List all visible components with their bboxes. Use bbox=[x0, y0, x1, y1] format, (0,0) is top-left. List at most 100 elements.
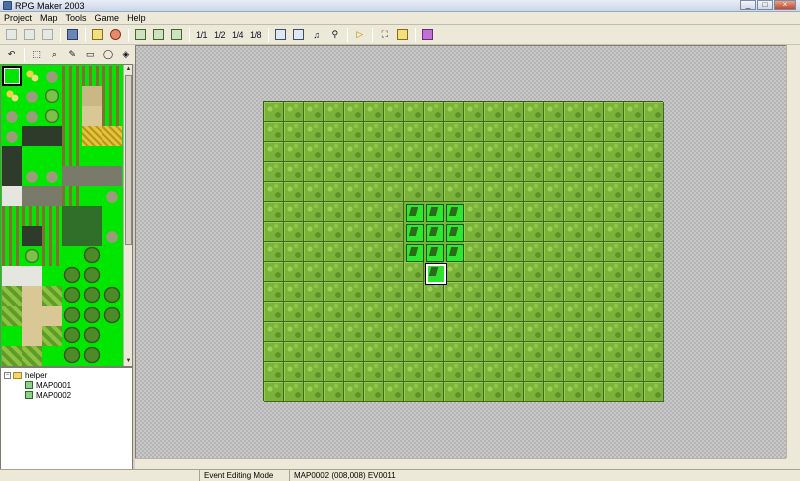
test-play-button[interactable]: ▷ bbox=[351, 27, 368, 43]
map-tile[interactable] bbox=[644, 222, 664, 242]
map-tile[interactable] bbox=[464, 302, 484, 322]
tileset-grid[interactable] bbox=[2, 66, 123, 366]
map-tile[interactable] bbox=[604, 102, 624, 122]
map-tile[interactable] bbox=[624, 162, 644, 182]
tile[interactable] bbox=[82, 346, 102, 366]
map-tile[interactable] bbox=[444, 362, 464, 382]
map-tile[interactable] bbox=[564, 122, 584, 142]
map-tile[interactable] bbox=[324, 302, 344, 322]
map-tile[interactable] bbox=[624, 362, 644, 382]
map-tile[interactable] bbox=[564, 202, 584, 222]
map-tile[interactable] bbox=[324, 242, 344, 262]
map-tile[interactable] bbox=[264, 342, 284, 362]
tile[interactable] bbox=[102, 146, 122, 166]
tile[interactable] bbox=[2, 246, 22, 266]
map-tile[interactable] bbox=[604, 282, 624, 302]
map-tile[interactable] bbox=[584, 322, 604, 342]
map-tile[interactable] bbox=[384, 362, 404, 382]
tile[interactable] bbox=[2, 206, 22, 226]
map-tile[interactable] bbox=[384, 242, 404, 262]
map-tile[interactable] bbox=[484, 342, 504, 362]
map-tile[interactable] bbox=[264, 102, 284, 122]
map-tile[interactable] bbox=[584, 142, 604, 162]
tree-root[interactable]: − helper bbox=[4, 370, 132, 380]
map-tile[interactable] bbox=[584, 242, 604, 262]
map-tile[interactable] bbox=[344, 382, 364, 402]
tile[interactable] bbox=[102, 206, 122, 226]
zoom-1-2-button[interactable]: 1/2 bbox=[211, 27, 228, 43]
map-tile[interactable] bbox=[304, 262, 324, 282]
map-tile[interactable] bbox=[464, 262, 484, 282]
tile[interactable] bbox=[82, 126, 102, 146]
map-tile[interactable] bbox=[384, 322, 404, 342]
map-tile[interactable] bbox=[344, 362, 364, 382]
tile[interactable] bbox=[62, 346, 82, 366]
map-tile[interactable] bbox=[264, 242, 284, 262]
map-tile[interactable] bbox=[344, 302, 364, 322]
map-tile[interactable] bbox=[504, 242, 524, 262]
tile[interactable] bbox=[22, 106, 42, 126]
tile[interactable] bbox=[62, 326, 82, 346]
map-tile[interactable] bbox=[444, 182, 464, 202]
map-tile[interactable] bbox=[644, 142, 664, 162]
tile[interactable] bbox=[2, 326, 22, 346]
map-tile[interactable] bbox=[404, 382, 424, 402]
map-tile[interactable] bbox=[484, 162, 504, 182]
map-tile[interactable] bbox=[444, 102, 464, 122]
map-tile[interactable] bbox=[604, 162, 624, 182]
scroll-down-arrow-icon[interactable]: ▼ bbox=[124, 357, 132, 366]
map-event[interactable] bbox=[444, 222, 464, 242]
map-tile[interactable] bbox=[304, 142, 324, 162]
map-tile[interactable] bbox=[624, 142, 644, 162]
map-tile[interactable] bbox=[344, 202, 364, 222]
map-tile[interactable] bbox=[644, 102, 664, 122]
map-tile[interactable] bbox=[364, 202, 384, 222]
tile[interactable] bbox=[102, 306, 122, 326]
map-tile[interactable] bbox=[504, 102, 524, 122]
scroll-up-arrow-icon[interactable]: ▲ bbox=[124, 65, 132, 74]
map-tile[interactable] bbox=[544, 262, 564, 282]
map-tile[interactable] bbox=[324, 382, 344, 402]
tile[interactable] bbox=[82, 226, 102, 246]
map-tile[interactable] bbox=[344, 262, 364, 282]
map-tile[interactable] bbox=[584, 282, 604, 302]
map-tile[interactable] bbox=[484, 142, 504, 162]
map-canvas-area[interactable] bbox=[135, 45, 786, 458]
map-tile[interactable] bbox=[504, 222, 524, 242]
delete-button[interactable] bbox=[107, 27, 124, 43]
map-tile[interactable] bbox=[304, 182, 324, 202]
map-tile[interactable] bbox=[384, 142, 404, 162]
map-tile[interactable] bbox=[584, 102, 604, 122]
map-tile[interactable] bbox=[504, 262, 524, 282]
database-button[interactable] bbox=[272, 27, 289, 43]
new-project-button[interactable] bbox=[3, 27, 20, 43]
tile[interactable] bbox=[102, 106, 122, 126]
map-tile[interactable] bbox=[344, 342, 364, 362]
map-tile[interactable] bbox=[484, 202, 504, 222]
map-tile[interactable] bbox=[624, 342, 644, 362]
map-tile[interactable] bbox=[584, 342, 604, 362]
map-tile[interactable] bbox=[624, 182, 644, 202]
map-tile[interactable] bbox=[384, 342, 404, 362]
map-tile[interactable] bbox=[464, 222, 484, 242]
map-tile[interactable] bbox=[324, 222, 344, 242]
map-tile[interactable] bbox=[564, 282, 584, 302]
map-tile[interactable] bbox=[504, 122, 524, 142]
map-tile[interactable] bbox=[404, 322, 424, 342]
map-tile[interactable] bbox=[484, 322, 504, 342]
map-tile[interactable] bbox=[484, 222, 504, 242]
tile[interactable] bbox=[2, 306, 22, 326]
map-tile[interactable] bbox=[544, 202, 564, 222]
map-tile[interactable] bbox=[364, 302, 384, 322]
map-tile[interactable] bbox=[404, 362, 424, 382]
map-tile[interactable] bbox=[484, 122, 504, 142]
map-tile[interactable] bbox=[264, 202, 284, 222]
map-tile[interactable] bbox=[284, 202, 304, 222]
tile[interactable] bbox=[42, 286, 62, 306]
map-tile[interactable] bbox=[644, 182, 664, 202]
map-tile[interactable] bbox=[624, 202, 644, 222]
map-tile[interactable] bbox=[364, 382, 384, 402]
tile[interactable] bbox=[22, 246, 42, 266]
map-tile[interactable] bbox=[604, 382, 624, 402]
tile[interactable] bbox=[42, 166, 62, 186]
